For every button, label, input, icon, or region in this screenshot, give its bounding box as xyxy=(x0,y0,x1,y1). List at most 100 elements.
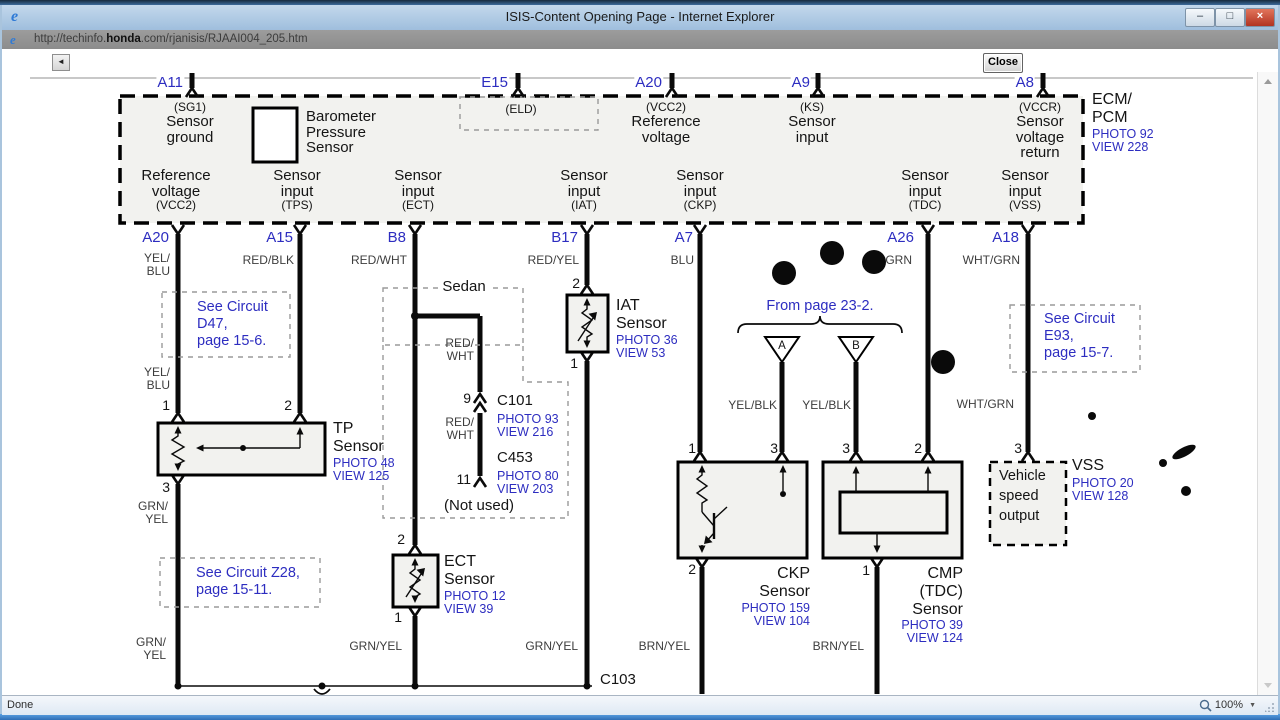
ecm-row-ckp: Sensor input (CKP) xyxy=(676,167,724,212)
c103-bus xyxy=(178,685,592,695)
sensor-ground-label: Sensor ground xyxy=(166,113,214,146)
not-used-label: (Not used) xyxy=(444,497,515,514)
see-circuit-d47-link[interactable]: See Circuit D47, page 15-6. xyxy=(197,299,268,350)
cmp-view-link[interactable]: VIEW 124 xyxy=(907,631,963,646)
url-text[interactable]: http://techinfo.honda.com/rjanisis/RJAAI… xyxy=(34,33,308,45)
zoom-control[interactable]: 100% ▼ xyxy=(1199,698,1256,713)
wire-grn-yel-bus2: GRN/YEL xyxy=(349,639,402,653)
wire-yel-blk-b: YEL/BLK xyxy=(802,398,851,412)
wire-red-wht-branch1: RED/ WHT xyxy=(445,336,474,363)
minimize-button[interactable]: – xyxy=(1185,8,1215,27)
pin-label-a15: A15 xyxy=(265,229,294,246)
wire-blu: BLU xyxy=(670,253,694,267)
tp-view-link[interactable]: VIEW 125 xyxy=(333,469,389,484)
triangle-b-letter: B xyxy=(852,340,860,352)
magnifier-icon xyxy=(1199,699,1212,712)
ecm-view-link[interactable]: VIEW 228 xyxy=(1092,140,1148,155)
tp-pin1: 1 xyxy=(162,397,170,413)
tp-pin3: 3 xyxy=(162,479,170,495)
pin-label-a11: A11 xyxy=(156,74,184,91)
zoom-level: 100% xyxy=(1214,699,1243,711)
ecm-row-vss: Sensor input (VSS) xyxy=(1001,167,1049,212)
brace xyxy=(737,315,903,334)
wire-grn-yel-bus1: GRN/ YEL xyxy=(136,635,166,662)
wire-grn-yel-tp: GRN/ YEL xyxy=(138,499,168,526)
ect-sensor-name: ECT Sensor xyxy=(444,553,495,588)
window-title: ISIS-Content Opening Page - Internet Exp… xyxy=(505,9,775,24)
vehicle-speed-output-label: Vehicle speed output xyxy=(999,468,1046,524)
wire-brn-yel-1: BRN/YEL xyxy=(638,639,690,653)
from-page-link[interactable]: From page 23-2. xyxy=(766,298,873,315)
tp-pin2: 2 xyxy=(284,397,292,413)
status-bar: Done 100% ▼ xyxy=(2,695,1278,715)
title-bar[interactable]: e ISIS-Content Opening Page - Internet E… xyxy=(2,5,1278,31)
vertical-scrollbar[interactable] xyxy=(1257,72,1279,695)
status-text: Done xyxy=(7,699,34,711)
resize-grip[interactable] xyxy=(1264,702,1275,713)
zoom-dropdown-icon: ▼ xyxy=(1249,702,1256,709)
vss-view-link[interactable]: VIEW 128 xyxy=(1072,489,1128,504)
ks-sensor-input-label: Sensor input xyxy=(788,113,836,146)
ecm-row-ect: Sensor input (ECT) xyxy=(394,167,442,212)
iat-pin2: 2 xyxy=(572,275,580,291)
pin-label-b8: B8 xyxy=(386,229,407,246)
wire-wht-grn: WHT/GRN xyxy=(962,253,1020,267)
scroll-up-icon[interactable] xyxy=(1260,74,1276,90)
ecm-top-pins xyxy=(189,73,1046,88)
sedan-label: Sedan xyxy=(438,279,490,295)
back-button[interactable]: ◄ xyxy=(52,54,70,71)
ecm-row-vcc2: Reference voltage (VCC2) xyxy=(141,167,211,212)
wire-grn-yel-bus3: GRN/YEL xyxy=(525,639,578,653)
wire-red-yel: RED/YEL xyxy=(527,253,579,267)
c453-label: C453 xyxy=(497,449,533,466)
pin-label-a26: A26 xyxy=(886,229,915,246)
close-window-button[interactable]: × xyxy=(1245,8,1275,27)
pin-label-e15: E15 xyxy=(480,74,509,91)
wire-red-blk: RED/BLK xyxy=(242,253,294,267)
iat-pin1: 1 xyxy=(570,355,578,371)
iat-view-link[interactable]: VIEW 53 xyxy=(616,346,665,361)
ckp-sensor-box xyxy=(676,460,809,560)
reference-voltage-label: Reference voltage xyxy=(631,113,701,146)
see-circuit-e93-link[interactable]: See Circuit E93, page 15-7. xyxy=(1044,311,1115,362)
pin-label-a20-top: A20 xyxy=(634,74,663,91)
ecm-row-tps: Sensor input (TPS) xyxy=(273,167,321,212)
ckp-pin3: 3 xyxy=(770,440,778,456)
pin-label-a7: A7 xyxy=(673,229,694,246)
wire-wht-grn-2: WHT/GRN xyxy=(956,397,1014,411)
eld-sub: (ELD) xyxy=(505,102,537,116)
triangle-a-letter: A xyxy=(778,340,786,352)
sensor-voltage-return-label: Sensor voltage return xyxy=(1015,113,1065,161)
ecm-pcm-title: ECM/ PCM xyxy=(1092,91,1132,126)
ckp-sensor-name: CKP Sensor xyxy=(759,565,810,600)
ckp-view-link[interactable]: VIEW 104 xyxy=(754,614,810,629)
pin-label-b17: B17 xyxy=(550,229,579,246)
maximize-button[interactable]: □ xyxy=(1215,8,1245,27)
ect-pin1: 1 xyxy=(394,609,402,625)
c453-pin11: 11 xyxy=(456,471,471,487)
cmp-pin2: 2 xyxy=(914,440,922,456)
close-page-button[interactable]: Close xyxy=(983,53,1023,73)
barometer-label: Barometer Pressure Sensor xyxy=(306,108,377,156)
ect-view-link[interactable]: VIEW 39 xyxy=(444,602,493,617)
cmp-sensor-name: CMP (TDC) Sensor xyxy=(912,565,963,618)
pin-label-a8: A8 xyxy=(1014,74,1035,91)
address-bar[interactable]: e http://techinfo.honda.com/rjanisis/RJA… xyxy=(2,30,1278,50)
wire-red-wht: RED/WHT xyxy=(351,253,407,267)
pin-label-a18: A18 xyxy=(991,229,1020,246)
wire-yel-blk-a: YEL/BLK xyxy=(728,398,777,412)
c453-view-link[interactable]: VIEW 203 xyxy=(497,482,553,497)
pin-label-a20: A20 xyxy=(141,229,170,246)
c101-view-link[interactable]: VIEW 216 xyxy=(497,425,553,440)
cmp-pin1: 1 xyxy=(862,562,870,578)
cmp-pin3: 3 xyxy=(842,440,850,456)
ink-artifacts xyxy=(772,241,1196,496)
scroll-down-icon[interactable] xyxy=(1260,677,1276,693)
see-circuit-z28-link[interactable]: See Circuit Z28, page 15-11. xyxy=(196,565,300,599)
c103-label: C103 xyxy=(600,671,636,688)
ecm-row-iat: Sensor input (IAT) xyxy=(560,167,608,212)
iat-sensor-name: IAT Sensor xyxy=(616,297,667,332)
ckp-pin1: 1 xyxy=(688,440,696,456)
wire-brn-yel-2: BRN/YEL xyxy=(812,639,864,653)
ect-pin2: 2 xyxy=(397,531,405,547)
